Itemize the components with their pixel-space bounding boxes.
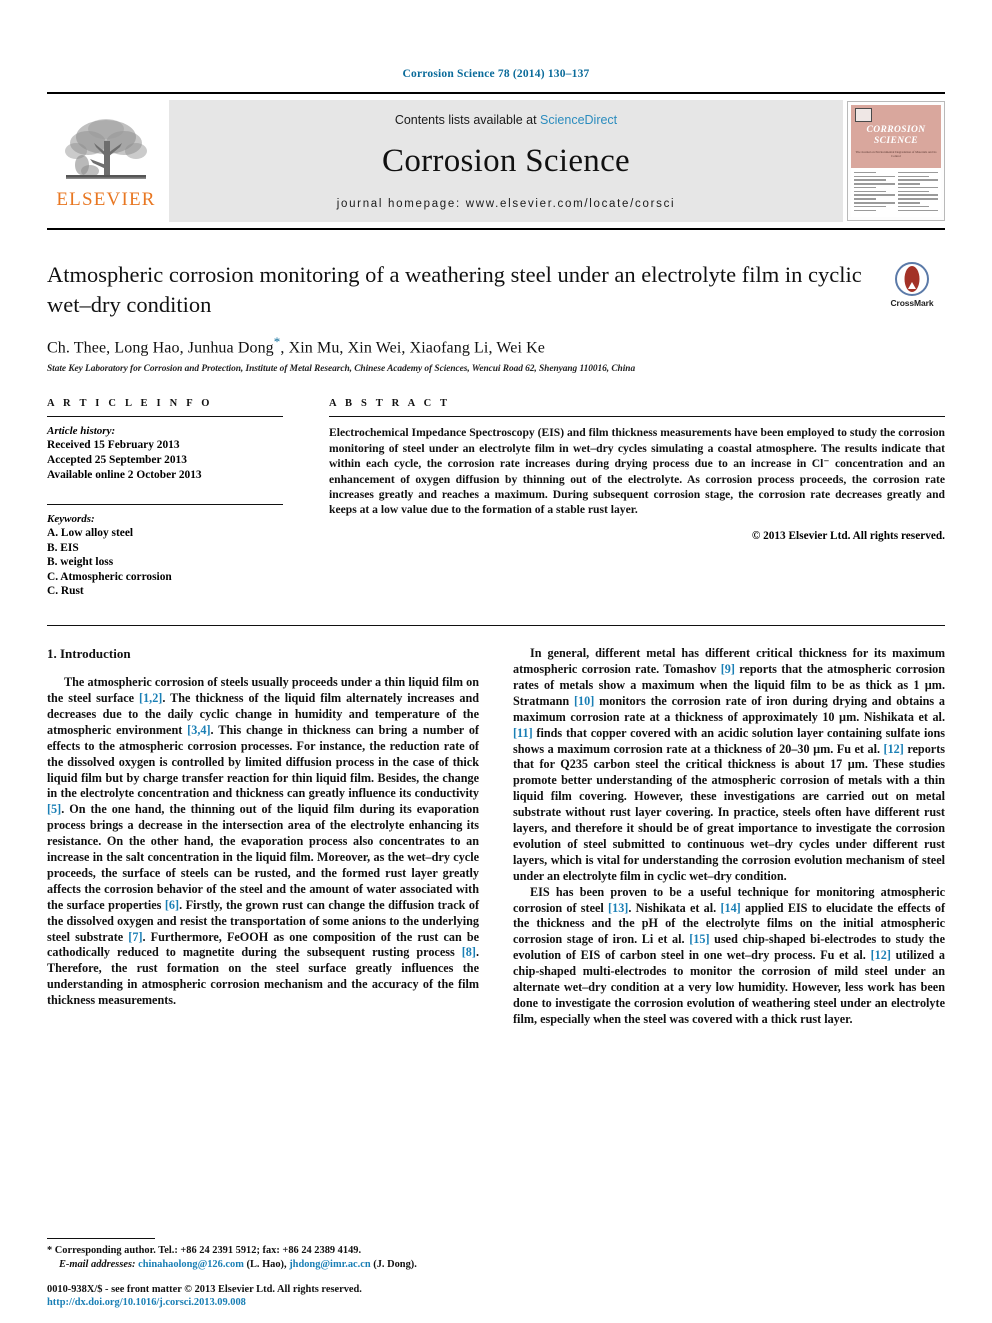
history-online: Available online 2 October 2013 [47, 468, 202, 481]
text-run: Corresponding author. Tel.: +86 24 2391 … [52, 1245, 362, 1257]
citation-ref[interactable]: [8] [462, 945, 476, 959]
crossmark-icon [895, 262, 929, 296]
journal-title: Corrosion Science [382, 142, 630, 179]
elsevier-tree-icon [65, 119, 147, 179]
citation-ref[interactable]: [12] [884, 742, 904, 756]
keyword-item: B. EIS [47, 541, 79, 554]
crossmark-logo-icon [895, 262, 929, 296]
citation-ref[interactable]: [12] [871, 948, 891, 962]
email-link-dong[interactable]: jhdong@imr.ac.cn [289, 1259, 370, 1270]
email-note: E-mail addresses: chinahaolong@126.com (… [47, 1258, 477, 1271]
abstract-text: Electrochemical Impedance Spectroscopy (… [329, 426, 945, 517]
cover-col-right [897, 171, 938, 214]
contents-list-line: Contents lists available at ScienceDirec… [395, 113, 617, 127]
affiliation: State Key Laboratory for Corrosion and P… [47, 364, 636, 375]
cover-title-line-1: CORROSION [866, 125, 926, 135]
citation-ref[interactable]: [15] [689, 932, 709, 946]
paragraph-intro-left: The atmospheric corrosion of steels usua… [47, 675, 479, 1009]
history-accepted: Accepted 25 September 2013 [47, 453, 187, 466]
citation-ref[interactable]: [3,4] [187, 723, 210, 737]
text-run: (L. Hao), [243, 1258, 290, 1270]
citation-ref[interactable]: [13] [608, 901, 628, 915]
issn-copyright-line: 0010-938X/$ - see front matter © 2013 El… [47, 1284, 362, 1295]
citation-ref[interactable]: [9] [721, 662, 735, 676]
article-info-heading: A R T I C L E I N F O [47, 398, 213, 410]
footnote-rule [47, 1238, 155, 1240]
corresponding-author-note: * Corresponding author. Tel.: +86 24 239… [47, 1244, 477, 1257]
text-run: . Nishikata et al. [628, 900, 721, 915]
elsevier-logo: ELSEVIER [47, 94, 165, 228]
article-info-panel: A R T I C L E I N F O Article history: R… [47, 398, 283, 599]
paragraph-right-2: EIS has been proven to be a useful techn… [513, 885, 945, 1028]
citation-ref[interactable]: [10] [574, 694, 594, 708]
journal-homepage[interactable]: journal homepage: www.elsevier.com/locat… [337, 198, 676, 210]
citation-ref[interactable]: [14] [720, 901, 740, 915]
author-list: Ch. Thee, Long Hao, Junhua Dong*, Xin Mu… [47, 334, 945, 357]
section-heading-introduction: 1. Introduction [47, 646, 131, 662]
title-block: Atmospheric corrosion monitoring of a we… [47, 260, 945, 320]
keywords-block: Keywords: A. Low alloy steel B. EIS B. w… [47, 513, 283, 599]
page-title: Atmospheric corrosion monitoring of a we… [47, 262, 862, 317]
journal-cover-thumbnail[interactable]: CORROSION SCIENCE The Journal on Environ… [847, 101, 945, 221]
body-column-left: 1. Introduction The atmospheric corrosio… [47, 646, 479, 1028]
email-label: E-mail addresses: [59, 1258, 136, 1270]
crossmark-label: CrossMark [890, 298, 934, 308]
footnote-area: * Corresponding author. Tel.: +86 24 239… [47, 1238, 477, 1271]
email-link-hao[interactable]: chinahaolong@126.com [138, 1259, 244, 1270]
body-separator [47, 625, 945, 627]
page-footer: 0010-938X/$ - see front matter © 2013 El… [47, 1283, 687, 1309]
sciencedirect-link[interactable]: ScienceDirect [540, 113, 617, 127]
cover-contents-preview [851, 167, 941, 218]
text-run: finds that copper covered with an acidic… [513, 725, 945, 756]
citation-ref[interactable]: [1,2] [139, 691, 162, 705]
paper-page: Corrosion Science 78 (2014) 130–137 ELSE… [0, 0, 992, 1323]
journal-masthead: ELSEVIER Contents lists available at Sci… [47, 92, 945, 230]
crossmark-badge[interactable]: CrossMark [879, 260, 945, 308]
keyword-item: C. Atmospheric corrosion [47, 570, 172, 583]
authors-tail: , Xin Mu, Xin Wei, Xiaofang Li, Wei Ke [280, 339, 545, 357]
keyword-item: B. weight loss [47, 556, 114, 569]
contents-prefix: Contents lists available at [394, 112, 541, 127]
citation-ref[interactable]: [6] [165, 898, 179, 912]
doi-link[interactable]: http://dx.doi.org/10.1016/j.corsci.2013.… [47, 1296, 687, 1309]
keywords-label: Keywords: [47, 513, 95, 526]
cover-elsevier-mark [855, 108, 872, 122]
body-column-right: In general, different metal has differen… [513, 646, 945, 1028]
citation-ref[interactable]: [11] [513, 726, 533, 740]
abstract-copyright: © 2013 Elsevier Ltd. All rights reserved… [751, 529, 945, 542]
running-head: Corrosion Science 78 (2014) 130–137 [402, 68, 590, 80]
journal-banner: Contents lists available at ScienceDirec… [169, 100, 843, 222]
abstract-panel: A B S T R A C T Electrochemical Impedanc… [329, 398, 945, 599]
paragraph-right-1: In general, different metal has differen… [513, 646, 945, 885]
text-run: (J. Dong). [370, 1258, 417, 1270]
history-received: Received 15 February 2013 [47, 439, 180, 452]
text-run: reports that for Q235 carbon steel the c… [513, 741, 946, 883]
keyword-item: A. Low alloy steel [47, 527, 134, 540]
citation-ref[interactable]: [5] [47, 802, 61, 816]
cover-col-left [854, 171, 895, 214]
citation-ref[interactable]: [7] [128, 930, 142, 944]
body-columns: 1. Introduction The atmospheric corrosio… [47, 646, 945, 1028]
elsevier-wordmark: ELSEVIER [56, 189, 156, 210]
authors-head: Ch. Thee, Long Hao, Junhua Dong [47, 339, 274, 357]
info-abstract-region: A R T I C L E I N F O Article history: R… [47, 398, 945, 599]
keyword-item: C. Rust [47, 585, 84, 598]
text-run: . On the one hand, the thinning out of t… [47, 802, 479, 912]
cover-header: CORROSION SCIENCE The Journal on Environ… [851, 105, 941, 168]
abstract-heading: A B S T R A C T [329, 398, 451, 410]
cover-subtitle: The Journal on Environmental Degradation… [855, 150, 937, 158]
cover-title-line-2: SCIENCE [874, 136, 918, 146]
article-history-label: Article history: [47, 425, 116, 438]
